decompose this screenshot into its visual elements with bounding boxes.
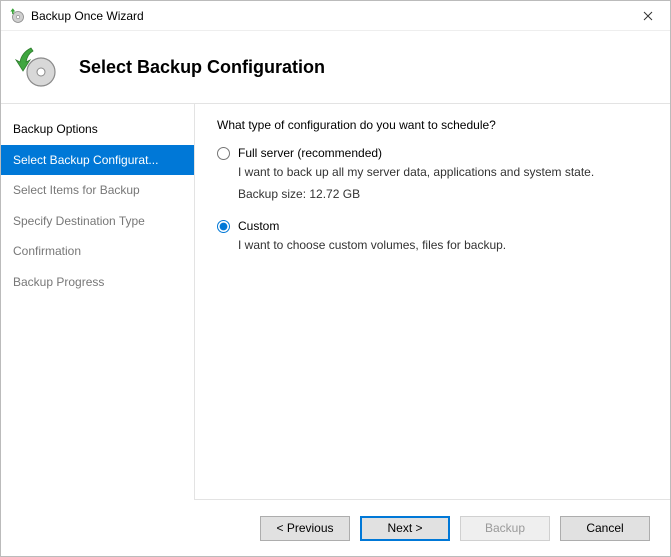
option-full-server: Full server (recommended) I want to back… xyxy=(217,146,648,203)
radio-custom[interactable] xyxy=(217,220,230,233)
close-button[interactable] xyxy=(625,1,670,31)
option-custom-row[interactable]: Custom xyxy=(217,219,648,233)
option-custom-label: Custom xyxy=(238,219,279,233)
option-full-server-desc1: I want to back up all my server data, ap… xyxy=(238,163,648,182)
step-backup-options[interactable]: Backup Options xyxy=(1,114,194,145)
wizard-header: Select Backup Configuration xyxy=(1,31,670,103)
wizard-footer: < Previous Next > Backup Cancel xyxy=(1,500,670,556)
step-confirmation[interactable]: Confirmation xyxy=(1,236,194,267)
config-question: What type of configuration do you want t… xyxy=(217,118,648,132)
backup-icon xyxy=(15,46,57,88)
option-full-server-row[interactable]: Full server (recommended) xyxy=(217,146,648,160)
previous-button[interactable]: < Previous xyxy=(260,516,350,541)
option-full-server-desc2: Backup size: 12.72 GB xyxy=(238,185,648,204)
step-select-items-for-backup[interactable]: Select Items for Backup xyxy=(1,175,194,206)
backup-button: Backup xyxy=(460,516,550,541)
step-specify-destination-type[interactable]: Specify Destination Type xyxy=(1,206,194,237)
option-custom-desc1: I want to choose custom volumes, files f… xyxy=(238,236,648,255)
app-icon xyxy=(9,8,25,24)
step-backup-progress[interactable]: Backup Progress xyxy=(1,267,194,298)
window-title: Backup Once Wizard xyxy=(31,9,144,23)
wizard-body: Backup Options Select Backup Configurat.… xyxy=(1,104,670,500)
cancel-button[interactable]: Cancel xyxy=(560,516,650,541)
option-custom: Custom I want to choose custom volumes, … xyxy=(217,219,648,255)
step-select-backup-configuration[interactable]: Select Backup Configurat... xyxy=(1,145,194,176)
radio-full-server[interactable] xyxy=(217,147,230,160)
option-full-server-label: Full server (recommended) xyxy=(238,146,382,160)
next-button[interactable]: Next > xyxy=(360,516,450,541)
page-title: Select Backup Configuration xyxy=(79,57,325,78)
wizard-content: What type of configuration do you want t… xyxy=(195,104,670,500)
wizard-window: Backup Once Wizard Select Backup Configu… xyxy=(0,0,671,557)
wizard-steps-sidebar: Backup Options Select Backup Configurat.… xyxy=(1,104,195,500)
titlebar: Backup Once Wizard xyxy=(1,1,670,31)
